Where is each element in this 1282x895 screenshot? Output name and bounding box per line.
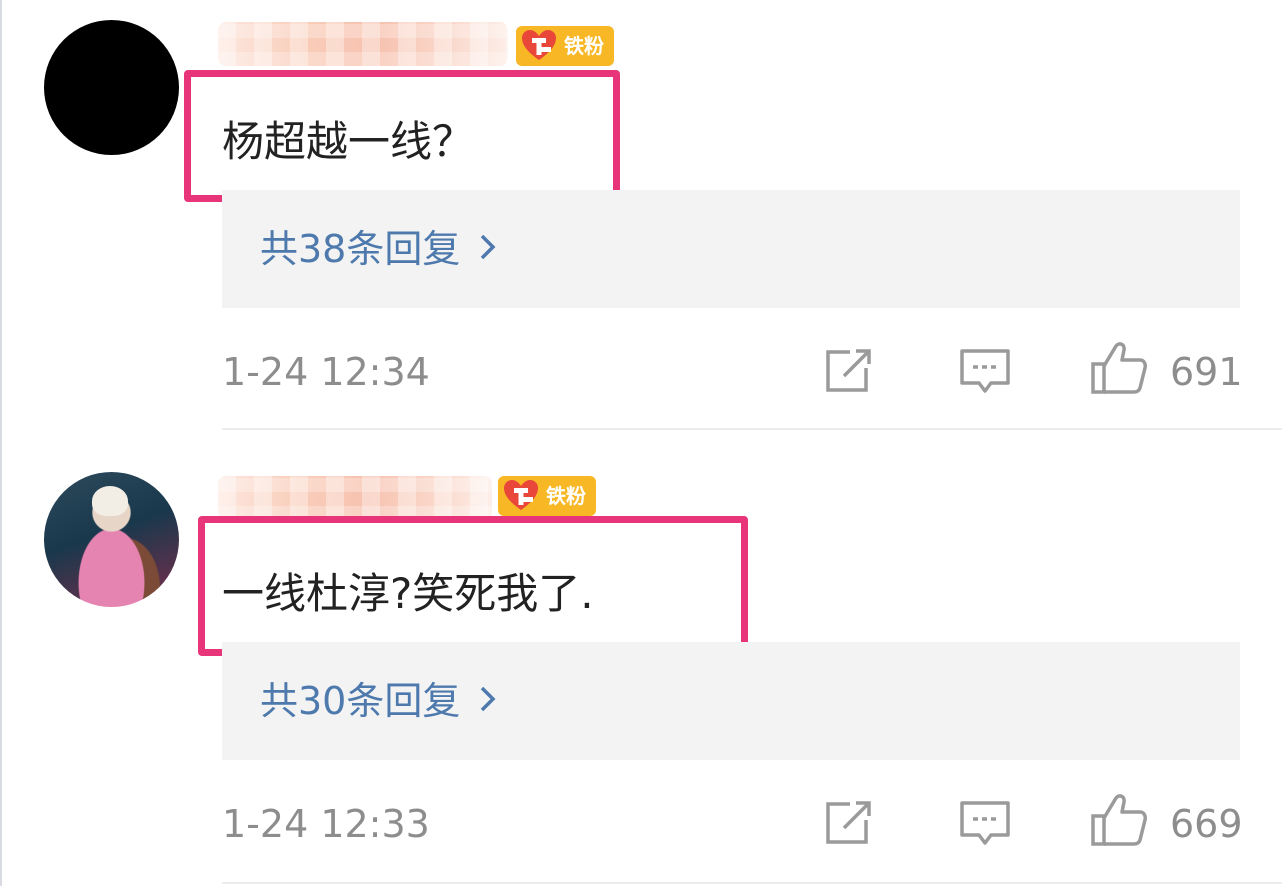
fan-badge-label: 铁粉 <box>546 484 586 508</box>
fan-badge-label: 铁粉 <box>564 34 604 58</box>
avatar-figure <box>92 486 128 516</box>
chevron-right-icon <box>478 190 498 308</box>
username-blurred[interactable] <box>218 476 492 520</box>
comment-icon[interactable] <box>958 346 1012 396</box>
like-count: 691 <box>1170 350 1243 394</box>
comment-divider <box>222 428 1282 430</box>
fan-badge-icon <box>504 480 538 510</box>
avatar[interactable] <box>44 20 179 155</box>
replies-count: 共38条回复 <box>260 227 461 271</box>
comment-item: 铁粉 杨超越一线？ 共38条回复 1-24 12:34 691 <box>0 0 1282 443</box>
share-icon[interactable] <box>822 346 876 396</box>
comment-divider <box>222 882 1282 884</box>
comment-text: 一线杜淳?笑死我了. <box>222 569 594 618</box>
fan-badge[interactable]: 铁粉 <box>516 26 614 66</box>
fan-badge[interactable]: 铁粉 <box>498 476 596 516</box>
view-replies-link[interactable]: 共30条回复 <box>260 642 498 760</box>
share-icon[interactable] <box>822 798 876 848</box>
avatar[interactable] <box>44 472 179 607</box>
replies-panel[interactable]: 共30条回复 <box>222 642 1240 760</box>
timestamp: 1-24 12:34 <box>222 350 430 394</box>
comment-item: 铁粉 一线杜淳?笑死我了. 共30条回复 1-24 12:33 669 <box>0 452 1282 895</box>
view-replies-link[interactable]: 共38条回复 <box>260 190 498 308</box>
chevron-right-icon <box>478 642 498 760</box>
replies-count: 共30条回复 <box>260 679 461 723</box>
like-icon[interactable] <box>1090 340 1148 396</box>
like-count: 669 <box>1170 802 1243 846</box>
comment-text: 杨超越一线？ <box>222 117 475 166</box>
replies-panel[interactable]: 共38条回复 <box>222 190 1240 308</box>
like-icon[interactable] <box>1090 792 1148 848</box>
timestamp: 1-24 12:33 <box>222 802 430 846</box>
username-blurred[interactable] <box>218 22 508 66</box>
comment-icon[interactable] <box>958 798 1012 848</box>
fan-badge-icon <box>522 30 556 60</box>
